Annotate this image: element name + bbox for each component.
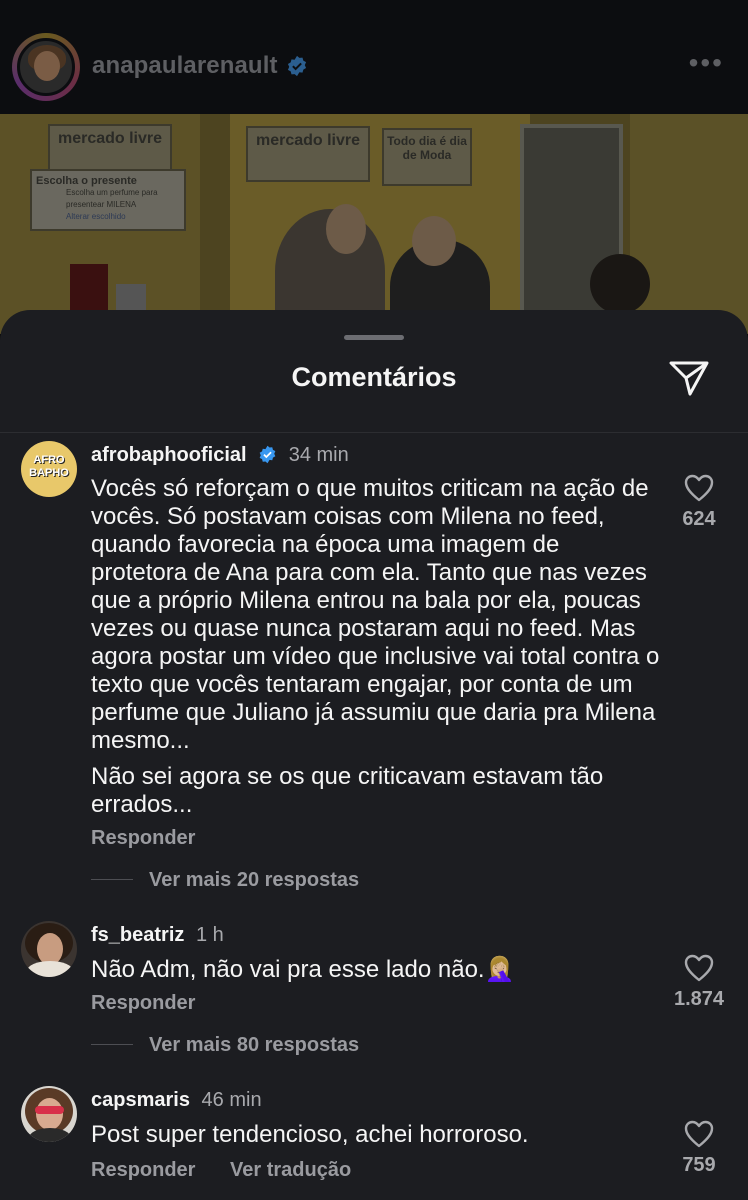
comment-text: Vocês só reforçam o que muitos criticam …	[91, 475, 661, 827]
like-count: 624	[682, 508, 716, 530]
sheet-grabber-handle[interactable]	[344, 335, 404, 340]
post-video-frame[interactable]: mercado livre Escolha o presente Escolha…	[0, 114, 748, 334]
fashion-sign: Todo dia é dia de Moda	[382, 128, 472, 186]
comment-header: afrobaphooficial 34 min	[91, 444, 349, 467]
person-right-head	[590, 254, 650, 314]
sheet-title: Comentários	[291, 362, 457, 392]
comment-paragraph: Vocês só reforçam o que muitos criticam …	[91, 475, 660, 754]
view-more-replies-button[interactable]: Ver mais 80 respostas	[91, 1034, 359, 1057]
comment-avatar[interactable]	[21, 1086, 77, 1142]
heart-icon[interactable]	[684, 954, 714, 982]
like-count: 1.874	[673, 988, 725, 1010]
post-header: anapaularenault •••	[0, 0, 748, 114]
comment-timestamp: 1 h	[195, 924, 224, 946]
comment-username[interactable]: fs_beatriz	[91, 924, 184, 946]
send-icon[interactable]	[668, 358, 710, 398]
header-divider	[0, 432, 748, 433]
avatar-logo: AFRO BAPHO	[29, 454, 69, 479]
sunglasses-icon	[35, 1106, 64, 1114]
comment-header: capsmaris 46 min	[91, 1089, 262, 1112]
view-more-replies-button[interactable]: Ver mais 20 respostas	[91, 869, 359, 892]
heart-icon[interactable]	[684, 1120, 714, 1148]
like-control[interactable]: 1.874	[649, 954, 748, 1011]
person-man-head	[412, 216, 456, 266]
verified-badge-icon	[259, 445, 276, 464]
see-translation-button[interactable]: Ver tradução	[230, 1159, 351, 1182]
reply-button[interactable]: Responder	[91, 992, 195, 1015]
like-count: 759	[682, 1154, 716, 1176]
comment-text: Não Adm, não vai pra esse lado não.🤦🏼‍♀️	[91, 956, 515, 983]
more-options-icon[interactable]: •••	[689, 49, 724, 77]
person-woman-head	[326, 204, 366, 254]
comment-username[interactable]: afrobaphooficial	[91, 444, 247, 466]
replies-line	[91, 1044, 133, 1045]
gift-card-sign: Escolha o presente Escolha um perfume pa…	[30, 169, 186, 231]
comment-avatar[interactable]	[21, 921, 77, 977]
reply-button[interactable]: Responder	[91, 827, 195, 850]
comment-text: Post super tendencioso, achei horroroso.	[91, 1121, 529, 1148]
comment-username[interactable]: capsmaris	[91, 1089, 190, 1111]
view-more-replies-label: Ver mais 80 respostas	[149, 1034, 360, 1056]
verified-badge-icon	[287, 55, 307, 77]
comment-timestamp: 34 min	[288, 444, 349, 466]
comment-avatar[interactable]: AFRO BAPHO	[21, 441, 77, 497]
view-more-replies-label: Ver mais 20 respostas	[149, 869, 360, 891]
comment-paragraph: Não sei agora se os que criticavam estav…	[91, 763, 604, 818]
reply-button[interactable]: Responder	[91, 1159, 195, 1182]
comments-sheet: Comentários AFRO BAPHO afrobaphooficial …	[0, 310, 748, 1200]
post-author-avatar[interactable]	[12, 33, 80, 101]
comment-header: fs_beatriz 1 h	[91, 924, 224, 947]
like-control[interactable]: 624	[649, 474, 748, 531]
brand-sign-center: mercado livre	[246, 126, 370, 182]
comment-timestamp: 46 min	[201, 1089, 262, 1111]
post-author-username[interactable]: anapaularenault	[92, 52, 278, 80]
replies-line	[91, 879, 133, 880]
heart-icon[interactable]	[684, 474, 714, 502]
like-control[interactable]: 759	[649, 1120, 748, 1177]
